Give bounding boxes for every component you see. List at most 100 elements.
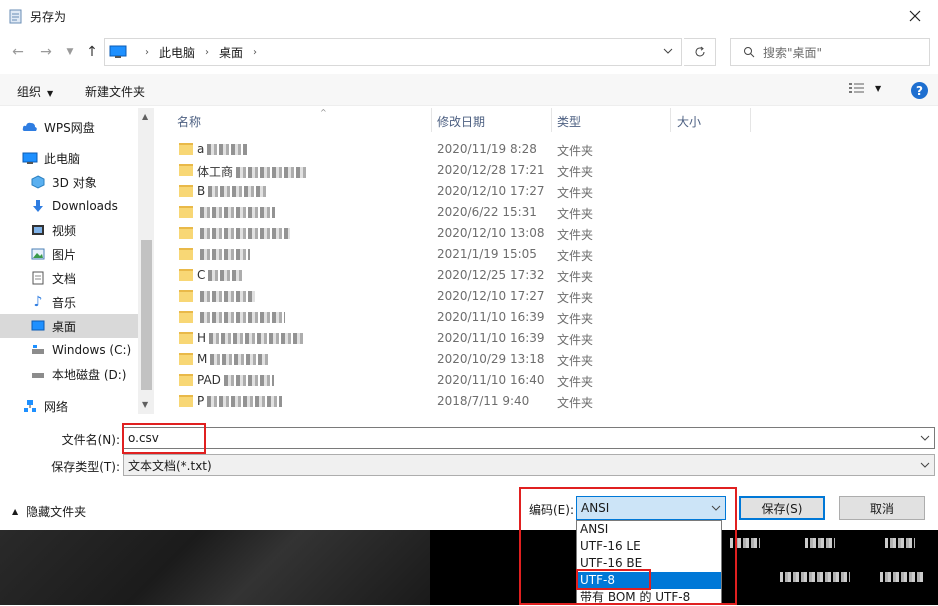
close-button[interactable] [892,0,938,32]
table-row[interactable]: M 2020/10/29 13:18 文件夹 [155,349,938,370]
file-name [197,247,432,261]
forward-button[interactable]: → [36,42,56,62]
chevron-down-icon[interactable] [663,46,673,56]
sidebar-item-3d-objects[interactable]: 3D 对象 [0,170,138,194]
encoding-option-utf16le[interactable]: UTF-16 LE [577,538,721,555]
file-type: 文件夹 [557,249,594,263]
breadcrumb-desktop[interactable]: 桌面 [219,44,243,61]
drive-icon [30,342,46,358]
column-divider[interactable] [551,108,552,132]
encoding-option-ansi[interactable]: ANSI [577,521,721,538]
scroll-up-icon[interactable]: ▲ [142,112,148,121]
column-divider[interactable] [670,108,671,132]
table-row[interactable]: C 2020/12/25 17:32 文件夹 [155,265,938,286]
sidebar-item-drive-d[interactable]: 本地磁盘 (D:) [0,362,138,386]
folder-icon [179,332,193,344]
column-header-date[interactable]: 修改日期 [437,113,485,130]
desktop-icon-blurred [805,538,835,548]
hide-folders-button[interactable]: ▲ 隐藏文件夹 [12,503,86,520]
file-date: 2020/11/10 16:40 [437,373,545,387]
encoding-option-utf8[interactable]: UTF-8 [577,572,721,589]
3d-objects-icon [30,174,46,190]
filetype-select[interactable]: 文本文档(*.txt) [123,454,935,476]
file-date: 2020/12/28 17:21 [437,163,545,177]
sort-ascending-icon: ^ [320,108,327,117]
sidebar-item-this-pc[interactable]: 此电脑 [0,146,138,170]
new-folder-button[interactable]: 新建文件夹 [85,83,145,100]
sidebar-item-label: 本地磁盘 (D:) [52,367,127,382]
file-name: C [197,268,432,282]
sidebar-item-label: 音乐 [52,295,77,310]
file-type: 文件夹 [557,270,594,284]
sidebar-item-documents[interactable]: 文档 [0,266,138,290]
table-row[interactable]: 2020/12/10 17:27 文件夹 [155,286,938,307]
file-name-text: P [197,394,205,408]
file-type: 文件夹 [557,228,594,242]
chevron-down-icon[interactable] [920,433,930,443]
file-type: 文件夹 [557,291,594,305]
sidebar-item-videos[interactable]: 视频 [0,218,138,242]
column-divider[interactable] [750,108,751,132]
table-row[interactable]: a 2020/11/19 8:28 文件夹 [155,139,938,160]
encoding-option-utf8-bom[interactable]: 带有 BOM 的 UTF-8 [577,589,721,606]
filename-label: 文件名(N): [61,433,120,447]
folder-icon [179,227,193,239]
encoding-select[interactable]: ANSI [576,496,726,520]
table-row[interactable]: 2020/11/10 16:39 文件夹 [155,307,938,328]
file-list: ^ 名称 修改日期 类型 大小 a 2020/11/19 8:28 文件夹 体工商 20… [155,108,938,414]
encoding-option-utf16be[interactable]: UTF-16 BE [577,555,721,572]
column-header-size[interactable]: 大小 [677,113,701,130]
sidebar-item-downloads[interactable]: Downloads [0,194,138,218]
table-row[interactable]: H 2020/11/10 16:39 文件夹 [155,328,938,349]
breadcrumb-separator-icon: › [205,46,210,58]
sidebar-item-pictures[interactable]: 图片 [0,242,138,266]
chevron-down-icon[interactable] [920,460,930,470]
column-header-type[interactable]: 类型 [557,113,581,130]
caret-down-icon: ▼ [875,83,882,93]
sidebar-item-network[interactable]: 网络 [0,394,138,414]
filename-input[interactable]: o.csv [123,427,935,449]
sidebar-scrollbar[interactable]: ▲ ▼ [138,108,154,414]
sidebar-item-music[interactable]: ♪ 音乐 [0,290,138,314]
save-button[interactable]: 保存(S) [739,496,825,520]
back-button[interactable]: ← [8,42,28,62]
file-date: 2020/12/10 13:08 [437,226,545,240]
desktop-icon-blurred [885,538,915,548]
navigation-pane: WPS网盘 此电脑 3D 对象 Downloads 视频 图片 文档 ♪ 音乐 … [0,108,154,414]
column-header-name[interactable]: 名称 [177,113,201,130]
folder-icon [179,164,193,176]
refresh-button[interactable] [684,38,716,66]
up-button[interactable]: ↑ [82,42,102,62]
recent-locations-button[interactable]: ▼ [60,42,80,62]
table-row[interactable]: 2020/6/22 15:31 文件夹 [155,202,938,223]
table-row[interactable]: P 2018/7/11 9:40 文件夹 [155,391,938,412]
view-options-button[interactable]: ▼ [849,82,881,94]
download-icon [30,198,46,214]
scroll-down-icon[interactable]: ▼ [142,400,148,409]
folder-icon [179,185,193,197]
file-name [197,289,432,303]
search-box[interactable]: 搜索"桌面" [730,38,930,66]
table-row[interactable]: 2020/12/10 13:08 文件夹 [155,223,938,244]
desktop-background [0,530,938,605]
organize-button[interactable]: 组织 ▼ [17,83,53,100]
redacted-text [200,291,255,302]
breadcrumb-this-pc[interactable]: 此电脑 [159,44,195,61]
filetype-row: 保存类型(T): 文本文档(*.txt) [0,454,938,476]
cancel-button[interactable]: 取消 [839,496,925,520]
table-row[interactable]: PAD 2020/11/10 16:40 文件夹 [155,370,938,391]
desktop-icon-blurred [880,572,925,582]
table-row[interactable]: B 2020/12/10 17:27 文件夹 [155,181,938,202]
sidebar-item-wps-cloud[interactable]: WPS网盘 [0,115,138,139]
sidebar-item-drive-c[interactable]: Windows (C:) [0,338,138,362]
sidebar-item-desktop[interactable]: 桌面 [0,314,138,338]
help-button[interactable]: ? [911,82,928,99]
music-icon: ♪ [33,294,43,310]
folder-icon [179,290,193,302]
table-row[interactable]: 2021/1/19 15:05 文件夹 [155,244,938,265]
scrollbar-thumb[interactable] [141,240,152,390]
address-bar[interactable]: › 此电脑 › 桌面 › [104,38,682,66]
table-row[interactable]: 体工商 2020/12/28 17:21 文件夹 [155,160,938,181]
file-date: 2020/12/10 17:27 [437,184,545,198]
column-divider[interactable] [431,108,432,132]
